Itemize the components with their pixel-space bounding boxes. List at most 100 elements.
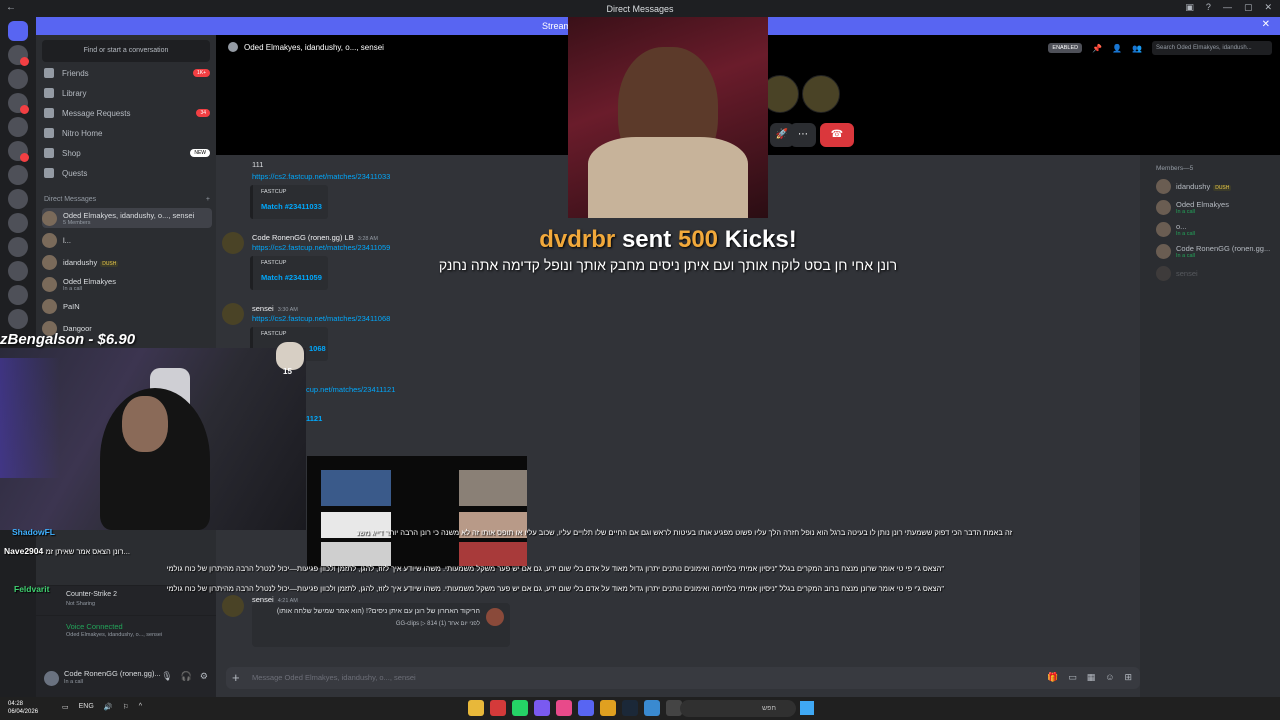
nav-shop[interactable]: Shop NEW	[44, 144, 210, 162]
taskbar-apps	[468, 700, 682, 716]
headphones-icon[interactable]: 🎧	[181, 671, 192, 682]
nav-nitro-home[interactable]: Nitro Home	[44, 124, 210, 142]
members-icon[interactable]: 👥	[1132, 44, 1142, 53]
help-icon[interactable]: ?	[1206, 2, 1211, 13]
message-link[interactable]: cup.net/matches/23411121	[306, 385, 395, 394]
nav-friends[interactable]: Friends 1K+	[44, 64, 210, 82]
server-icon[interactable]	[8, 261, 28, 281]
chevron-up-icon[interactable]: ^	[139, 703, 142, 711]
dm-item[interactable]: Oded Elmakyes In a call	[42, 274, 212, 294]
minimize-button[interactable]: —	[1223, 2, 1232, 13]
speaker-icon[interactable]: 🔊	[104, 703, 113, 711]
attach-icon[interactable]: +	[232, 670, 240, 685]
language-indicator[interactable]: ENG	[79, 703, 94, 711]
slide-image	[459, 542, 527, 566]
server-icon[interactable]	[8, 189, 28, 209]
video-clip-card[interactable]: הריקוד האחרון של רונן עם איתן ניסים?! (ה…	[252, 603, 510, 647]
gift-icon[interactable]: 🎁	[1047, 672, 1058, 683]
home-button[interactable]	[8, 21, 28, 41]
dm-name: l...	[63, 235, 71, 245]
avatar	[1156, 221, 1171, 237]
gif-icon[interactable]: ▭	[1068, 672, 1077, 683]
media-slideshow	[307, 456, 527, 568]
avatar[interactable]	[222, 232, 244, 254]
apps-icon[interactable]: ⊞	[1124, 672, 1132, 683]
member-item[interactable]: o... In a call	[1156, 220, 1278, 238]
dm-item[interactable]: PaIN	[42, 296, 212, 316]
server-icon[interactable]	[8, 285, 28, 305]
avatar[interactable]	[222, 303, 244, 325]
message-link[interactable]: https://cs2.fastcup.net/matches/23411033	[252, 172, 390, 181]
add-friends-icon[interactable]: 👤	[1112, 44, 1122, 53]
participant-avatar[interactable]	[802, 75, 840, 113]
pin-icon[interactable]: 📌	[1092, 44, 1102, 53]
avatar[interactable]	[222, 595, 244, 617]
embed-title[interactable]: Match #23411059	[261, 273, 322, 282]
new-badge: NEW	[190, 149, 210, 157]
message-input[interactable]: Message Oded Elmakyes, idandushy, o..., …	[252, 673, 416, 682]
timestamp: 3:30 AM	[277, 307, 298, 313]
server-icon[interactable]	[8, 165, 28, 185]
tray-icon[interactable]: ▭	[62, 703, 69, 711]
gear-icon[interactable]: ⚙	[200, 671, 208, 682]
server-icon[interactable]	[8, 213, 28, 233]
maximize-button[interactable]: ▢	[1244, 2, 1253, 13]
guild-tag: DUSH	[1213, 184, 1232, 191]
create-dm-icon[interactable]: +	[206, 196, 210, 203]
server-icon[interactable]	[8, 237, 28, 257]
member-item[interactable]: Oded Elmakyes In a call	[1156, 198, 1278, 216]
app-icon[interactable]	[468, 700, 484, 716]
nav-quests[interactable]: Quests	[44, 164, 210, 182]
mic-icon[interactable]: 🎙	[161, 671, 172, 682]
enabled-badge[interactable]: ENABLED	[1048, 43, 1083, 53]
member-item[interactable]: idandushy DUSH	[1156, 177, 1278, 195]
close-button[interactable]: ✕	[1264, 2, 1272, 13]
more-options-icon[interactable]: ⋯	[790, 123, 816, 147]
taskbar-search[interactable]: חפש	[680, 700, 796, 717]
voice-channel: Oded Elmakyes, idandushy, o..., sensei	[66, 632, 163, 638]
author-name[interactable]: Code RonenGG (ronen.gg) LB	[252, 233, 354, 242]
inbox-icon[interactable]: ▣	[1185, 2, 1194, 13]
search-input[interactable]: Search Oded Elmakyes, idandush...	[1152, 41, 1272, 55]
clock[interactable]: 04:28 06/04/2026	[8, 700, 38, 716]
dm-sub: In a call	[63, 285, 82, 292]
server-icon[interactable]	[8, 309, 28, 329]
dm-item[interactable]: idandushy DUSH	[42, 252, 212, 272]
whatsapp-icon[interactable]	[512, 700, 528, 716]
nav-library[interactable]: Library	[44, 84, 210, 102]
app-icon[interactable]	[644, 700, 660, 716]
nav-message-requests[interactable]: Message Requests 34	[44, 104, 210, 122]
message-composer[interactable]: + Message Oded Elmakyes, idandushy, o...…	[226, 667, 1140, 689]
chrome-icon[interactable]	[600, 700, 616, 716]
start-button[interactable]	[800, 701, 814, 715]
app-icon[interactable]	[556, 700, 572, 716]
server-icon[interactable]	[8, 117, 28, 137]
dm-item[interactable]: Oded Elmakyes, idandushy, o..., sensei 5 …	[42, 208, 212, 228]
conversation-search[interactable]: Find or start a conversation	[42, 40, 210, 62]
user-avatar[interactable]	[44, 671, 59, 686]
embed-title[interactable]: 1068	[309, 344, 326, 353]
user-status: In a call	[64, 679, 83, 685]
embed-title[interactable]: Match #23411033	[261, 202, 322, 211]
embed-title[interactable]: 1121	[306, 414, 322, 423]
disconnect-button[interactable]: ☎	[820, 123, 854, 147]
close-icon[interactable]: ✕	[1262, 19, 1270, 30]
app-icon[interactable]	[534, 700, 550, 716]
discord-icon[interactable]	[578, 700, 594, 716]
dm-item-text: Oded Elmakyes In a call	[63, 277, 116, 292]
message-link[interactable]: https://cs2.fastcup.net/matches/23411059	[252, 243, 390, 252]
call-title: Oded Elmakyes, idandushy, o..., sensei	[244, 42, 384, 52]
emoji-icon[interactable]: ☺	[1105, 672, 1114, 683]
member-item[interactable]: Code RonenGG (ronen.gg... In a call	[1156, 242, 1278, 260]
guild-tag: DUSH	[100, 260, 119, 267]
server-icon[interactable]	[8, 69, 28, 89]
app-icon[interactable]	[490, 700, 506, 716]
taskbar: 04:28 06/04/2026 ▭ ENG 🔊 ⚐ ^ חפש	[0, 697, 1280, 720]
author-name[interactable]: sensei	[252, 304, 274, 313]
member-item[interactable]: sensei	[1156, 264, 1278, 282]
steam-icon[interactable]	[622, 700, 638, 716]
network-icon[interactable]: ⚐	[123, 703, 129, 711]
dm-item[interactable]: l...	[42, 230, 212, 250]
sticker-icon[interactable]: ▦	[1087, 672, 1096, 683]
message-link[interactable]: https://cs2.fastcup.net/matches/23411068	[252, 314, 390, 323]
